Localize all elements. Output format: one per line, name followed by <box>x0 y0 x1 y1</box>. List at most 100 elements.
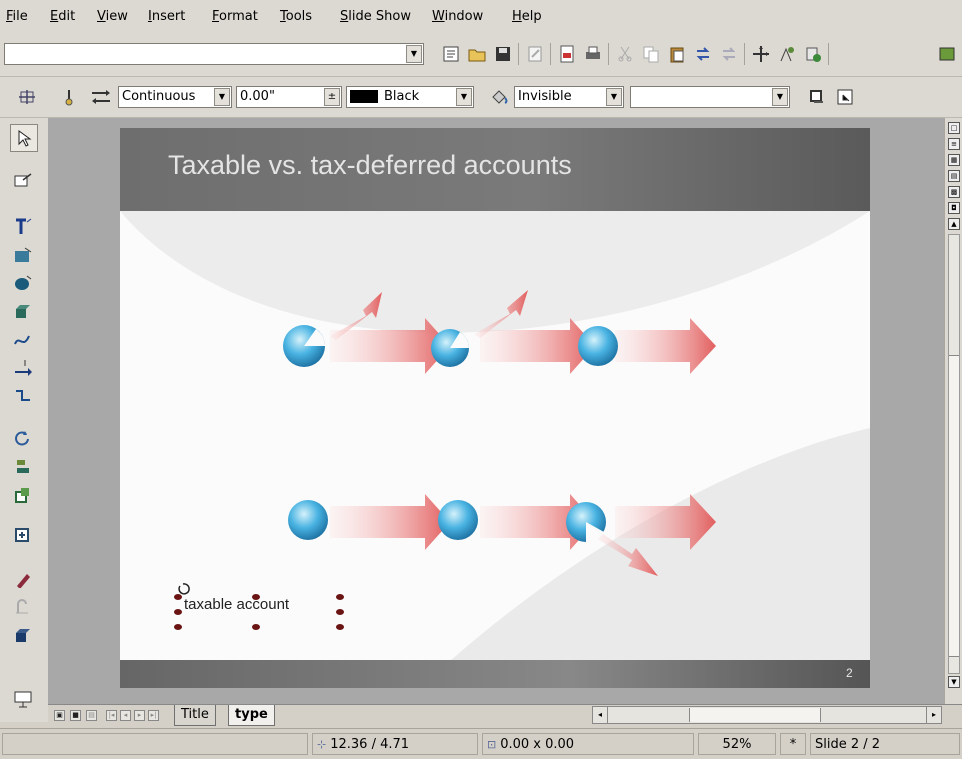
vertical-scrollbar[interactable] <box>948 234 960 674</box>
notes-icon[interactable]: ▦ <box>948 154 960 166</box>
scroll-left-icon[interactable]: ◂ <box>593 707 608 723</box>
handout-icon[interactable]: ▤ <box>948 170 960 182</box>
export-pdf-icon[interactable] <box>556 43 578 65</box>
navigator-icon[interactable] <box>750 43 772 65</box>
layout-icon[interactable]: ◘ <box>948 202 960 214</box>
view-master-icon[interactable]: ■ <box>70 710 81 721</box>
status-zoom[interactable]: 52% <box>698 733 776 755</box>
slide-footer-band <box>120 660 870 688</box>
undo-icon[interactable] <box>692 43 714 65</box>
line-arrow-icon[interactable] <box>10 354 36 380</box>
menu-tools[interactable]: Tools <box>280 9 312 24</box>
edit-mode-icon[interactable] <box>524 43 546 65</box>
line-width-field[interactable]: 0.00" ± <box>236 86 342 108</box>
menu-window[interactable]: Window <box>432 9 483 24</box>
tab-title[interactable]: Title <box>174 705 216 726</box>
curve-icon[interactable] <box>10 326 36 352</box>
vertical-scroll-thumb[interactable] <box>949 355 959 657</box>
chevron-down-icon[interactable]: ▼ <box>406 45 422 63</box>
insert-object-icon[interactable] <box>10 522 36 548</box>
area-style-value: Invisible <box>518 89 572 104</box>
scroll-right-icon[interactable]: ▸ <box>926 707 941 723</box>
cube-3d-icon[interactable] <box>10 298 36 324</box>
arrow-style-icon[interactable] <box>90 86 112 108</box>
rotate-icon[interactable] <box>10 426 36 452</box>
exit-group-icon[interactable] <box>16 86 38 108</box>
copy-icon[interactable] <box>640 43 662 65</box>
view-layer-icon[interactable]: ▤ <box>86 710 97 721</box>
line-icon[interactable] <box>58 86 80 108</box>
prev-tab-icon[interactable]: ◂ <box>120 710 131 721</box>
select-icon[interactable] <box>834 86 856 108</box>
line-color-value: Black <box>384 89 420 104</box>
effects-icon[interactable] <box>10 566 36 592</box>
slide-text-label[interactable]: taxable account <box>184 596 289 613</box>
url-combo[interactable]: ▼ <box>4 43 424 65</box>
sorter-icon[interactable]: ▩ <box>948 186 960 198</box>
area-fill-select[interactable]: ▼ <box>630 86 790 108</box>
menu-bar: File Edit View Insert Format Tools Slide… <box>0 0 962 35</box>
arrange-icon[interactable] <box>10 482 36 508</box>
open-icon[interactable] <box>466 43 488 65</box>
status-modified: * <box>780 733 806 755</box>
line-color-select[interactable]: Black ▼ <box>346 86 474 108</box>
text-box-selection[interactable]: taxable account <box>170 583 345 630</box>
paste-icon[interactable] <box>666 43 688 65</box>
chevron-down-icon[interactable]: ▼ <box>772 88 788 106</box>
first-tab-icon[interactable]: |◂ <box>106 710 117 721</box>
chevron-down-icon[interactable]: ▼ <box>606 88 622 106</box>
menu-slide-show[interactable]: Slide Show <box>340 9 411 24</box>
glue-points-icon[interactable] <box>10 594 36 620</box>
size-icon: ⊡ <box>487 738 497 751</box>
pages-icon[interactable]: □ <box>948 122 960 134</box>
top-row-arrows <box>330 290 716 374</box>
ellipse-icon[interactable] <box>10 270 36 296</box>
horizontal-scroll-thumb[interactable] <box>689 708 821 722</box>
spin-icon[interactable]: ± <box>324 88 340 106</box>
slide-show-icon[interactable] <box>10 686 36 712</box>
pointer-icon[interactable] <box>10 124 38 152</box>
view-normal-icon[interactable]: ▣ <box>54 710 65 721</box>
shadow-icon[interactable] <box>806 86 828 108</box>
line-style-value: Continuous <box>122 89 196 104</box>
menu-file[interactable]: File <box>6 9 28 24</box>
connector-icon[interactable] <box>10 382 36 408</box>
text-icon[interactable] <box>10 214 36 240</box>
menu-insert[interactable]: Insert <box>148 9 185 24</box>
menu-edit[interactable]: Edit <box>50 9 75 24</box>
slide-canvas[interactable]: Taxable vs. tax-deferred accounts taxabl… <box>120 128 870 688</box>
extrusion-icon[interactable] <box>10 622 36 648</box>
help-icon[interactable] <box>936 43 958 65</box>
chevron-down-icon[interactable]: ▼ <box>456 88 472 106</box>
status-message <box>2 733 308 755</box>
alignment-icon[interactable] <box>10 454 36 480</box>
print-icon[interactable] <box>582 43 604 65</box>
zoom-pan-icon[interactable] <box>10 168 36 194</box>
standard-toolbar: ▼ <box>0 34 962 77</box>
edit-file-icon[interactable] <box>440 43 462 65</box>
outline-icon[interactable]: ≡ <box>948 138 960 150</box>
status-position: ⊹ 12.36 / 4.71 <box>312 733 478 755</box>
redo-icon[interactable] <box>718 43 740 65</box>
status-size: ⊡ 0.00 x 0.00 <box>482 733 694 755</box>
menu-view[interactable]: View <box>97 9 128 24</box>
line-style-select[interactable]: Continuous ▼ <box>118 86 232 108</box>
save-icon[interactable] <box>492 43 514 65</box>
cut-icon[interactable] <box>614 43 636 65</box>
position-icon: ⊹ <box>317 738 327 751</box>
chevron-down-icon[interactable]: ▼ <box>214 88 230 106</box>
rectangle-icon[interactable] <box>10 242 36 268</box>
tab-type[interactable]: type <box>228 705 275 726</box>
area-style-select[interactable]: Invisible ▼ <box>514 86 624 108</box>
menu-help[interactable]: Help <box>512 9 542 24</box>
status-bar: ⊹ 12.36 / 4.71 ⊡ 0.00 x 0.00 52% * Slide 2… <box>0 728 962 759</box>
last-tab-icon[interactable]: ▸| <box>148 710 159 721</box>
scroll-up-icon[interactable]: ▲ <box>948 218 960 230</box>
menu-format[interactable]: Format <box>212 9 258 24</box>
horizontal-scrollbar[interactable]: ◂ ▸ <box>592 706 942 724</box>
next-tab-icon[interactable]: ▸ <box>134 710 145 721</box>
data-sources-icon[interactable] <box>802 43 824 65</box>
area-fill-icon[interactable] <box>488 86 510 108</box>
scroll-down-icon[interactable]: ▼ <box>948 676 960 688</box>
gallery-icon[interactable] <box>776 43 798 65</box>
